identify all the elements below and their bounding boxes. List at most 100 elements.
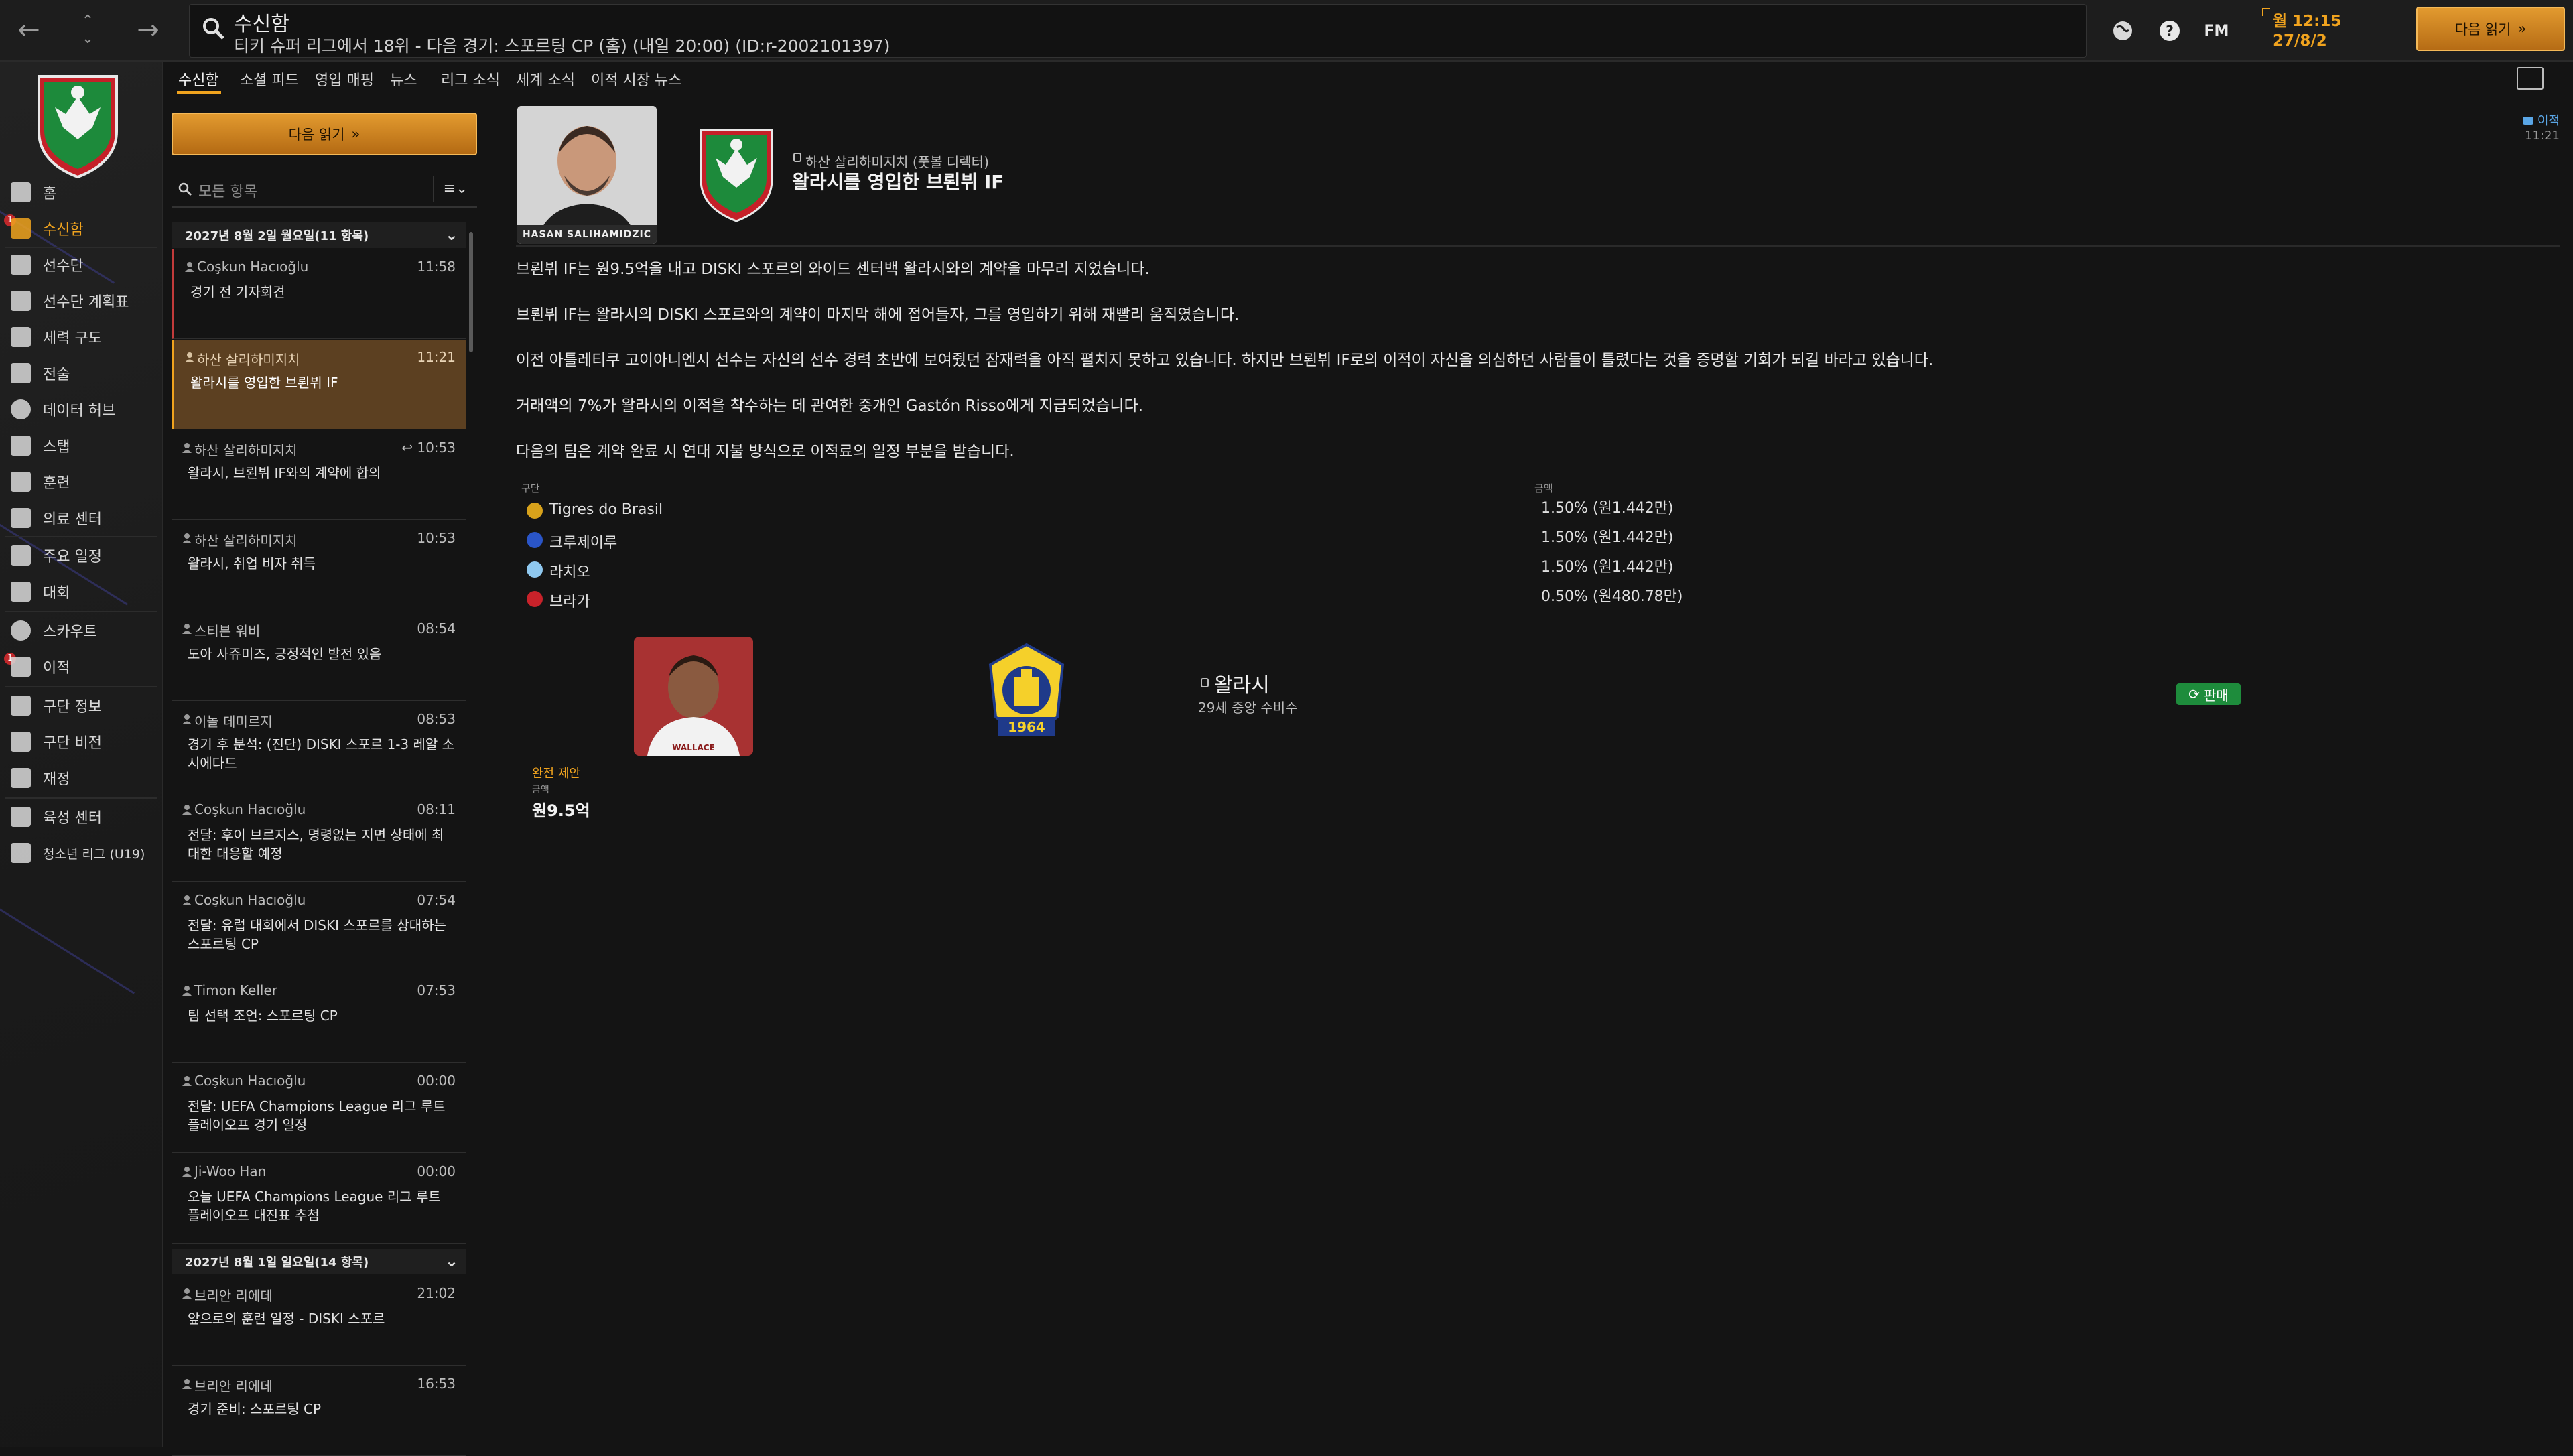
- sidebar-item-schedule[interactable]: 주요 일정: [0, 540, 161, 571]
- person-icon: [182, 624, 192, 634]
- paragraph: 브뢴뷔 IF는 왈라시의 DISKI 스포르와의 계약이 마지막 해에 접어들자…: [516, 306, 1240, 324]
- table-row[interactable]: 라치오 1.50% (원1.442만): [521, 555, 1701, 584]
- message-time: 11:21: [2525, 129, 2560, 143]
- inbox-icon: [11, 218, 31, 239]
- table-row[interactable]: 크루제이루 1.50% (원1.442만): [521, 525, 1701, 555]
- inbox-message[interactable]: Coşkun Hacıoğlu 11:58 경기 전 기자회견: [172, 249, 466, 339]
- sidebar-item-club-info[interactable]: 구단 정보: [0, 690, 161, 721]
- tab-world-news[interactable]: 세계 소식: [516, 68, 575, 90]
- table-row[interactable]: 브라가 0.50% (원480.78만): [521, 584, 1701, 614]
- page-subtitle: 티키 슈퍼 리그에서 18위 - 다음 경기: 스포르팅 CP (홈) (내일 …: [234, 36, 890, 56]
- tab-recruitment[interactable]: 영입 매핑: [315, 68, 374, 90]
- staff-icon: [11, 436, 31, 456]
- layout-toggle-icon[interactable]: [2517, 67, 2544, 90]
- nav-divider: [5, 611, 157, 612]
- player-photo[interactable]: WALLACE: [634, 637, 753, 756]
- sidebar-item-squad-planner[interactable]: 선수단 계획표: [0, 285, 161, 316]
- inbox-message[interactable]: Coşkun Hacıoğlu 00:00 전달: UEFA Champions…: [172, 1063, 466, 1153]
- player-name[interactable]: 왈라시: [1214, 669, 1270, 698]
- paragraph: 다음의 팀은 계약 완료 시 연대 지불 방식으로 이적료의 일정 부분을 받습…: [516, 443, 1014, 460]
- date-display[interactable]: 월 12:15 27/8/2: [2262, 8, 2396, 52]
- inbox-message[interactable]: Timon Keller 07:53 팀 선택 조언: 스포르팅 CP: [172, 973, 466, 1063]
- deal-amount-label: 금액: [532, 785, 549, 795]
- person-icon: [182, 1076, 192, 1086]
- player-portrait: WALLACE: [634, 637, 753, 756]
- chevron-down-icon[interactable]: ⌄: [445, 225, 458, 244]
- message-detail: HASAN SALIHAMIDZIC 하산 살리하미지치 (풋볼 디렉터) 왈라…: [516, 101, 2566, 1374]
- finances-icon: [11, 768, 31, 788]
- current-date: 27/8/2: [2273, 32, 2327, 50]
- sidebar-item-staff[interactable]: 스탭: [0, 430, 161, 461]
- inbox-message[interactable]: Coşkun Hacıoğlu 07:54 전달: 유럽 대회에서 DISKI …: [172, 882, 466, 972]
- category-tag[interactable]: 이적: [2522, 111, 2560, 129]
- fm-menu-button[interactable]: FM: [2202, 16, 2231, 46]
- sidebar-item-tactics[interactable]: 전술: [0, 358, 161, 389]
- inbox-message[interactable]: Coşkun Hacıoğlu 08:11 전달: 후이 브르지스, 명령없는 …: [172, 792, 466, 882]
- sidebar-item-training[interactable]: 훈련: [0, 466, 161, 497]
- tab-social-feed[interactable]: 소셜 피드: [240, 68, 299, 90]
- brondby-crest-logo[interactable]: 1964: [985, 642, 1068, 749]
- inbox-message[interactable]: 이놀 데미르지 08:53 경기 후 분석: (진단) DISKI 스포르 1-…: [172, 702, 466, 791]
- sidebar-item-club-vision[interactable]: 구단 비전: [0, 726, 161, 757]
- vision-icon: [11, 732, 31, 752]
- crest-year: 1964: [1008, 719, 1045, 735]
- sidebar-item-medical[interactable]: 의료 센터: [0, 503, 161, 533]
- chevron-up-icon[interactable]: ⌃: [82, 13, 94, 30]
- author-portrait: [517, 106, 657, 244]
- current-time: 월 12:15: [2273, 13, 2342, 30]
- sidebar-item-development[interactable]: 육성 센터: [0, 801, 161, 832]
- club-crest-logo[interactable]: [698, 125, 775, 224]
- sidebar-item-transfers[interactable]: 1 이적: [0, 651, 161, 682]
- shield-icon: [11, 696, 31, 716]
- sidebar-item-u19[interactable]: 청소년 리그 (U19): [0, 838, 161, 868]
- sidebar-item-home[interactable]: 홈: [0, 177, 161, 208]
- inbox-message[interactable]: 하산 살리하미지치 10:53 왈라시, 취업 비자 취득: [172, 521, 466, 610]
- column-header-club: 구단: [521, 482, 540, 494]
- date-group-header[interactable]: 2027년 8월 1일 일요일(14 항목) ⌄: [172, 1249, 466, 1274]
- list-scrollbar[interactable]: [469, 232, 473, 352]
- deal-amount: 원9.5억: [532, 801, 590, 820]
- back-button[interactable]: ←: [5, 7, 52, 54]
- forward-button[interactable]: →: [125, 7, 172, 54]
- paragraph: 브뢴뷔 IF는 원9.5억을 내고 DISKI 스포르의 와이드 센터백 왈라시…: [516, 261, 1150, 278]
- sidebar-item-squad[interactable]: 선수단: [0, 249, 161, 280]
- sidebar-item-dynamics[interactable]: 세력 구도: [0, 322, 161, 352]
- search-bar[interactable]: 수신함 티키 슈퍼 리그에서 18위 - 다음 경기: 스포르팅 CP (홈) …: [189, 4, 2087, 58]
- nav-divider: [5, 797, 157, 799]
- filter-input[interactable]: 모든 항목: [198, 180, 257, 201]
- sidebar-item-scouting[interactable]: 스카우트: [0, 615, 161, 646]
- deal-type: 완전 제안: [532, 767, 580, 781]
- chevron-down-icon[interactable]: ⌄: [82, 30, 94, 48]
- tab-league-news[interactable]: 리그 소식: [441, 68, 500, 90]
- inbox-message-selected[interactable]: 하산 살리하미지치 11:21 왈라시를 영입한 브뢴뷔 IF: [172, 340, 466, 429]
- inbox-message[interactable]: Ji-Woo Han 00:00 오늘 UEFA Champions Leagu…: [172, 1154, 466, 1244]
- history-arrows[interactable]: ⌃ ⌄: [64, 7, 111, 54]
- continue-button[interactable]: 다음 읽기 »: [2416, 7, 2565, 51]
- message-title: 왈라시를 영입한 브뢴뷔 IF: [792, 171, 1004, 193]
- read-next-button[interactable]: 다음 읽기 »: [172, 113, 477, 155]
- tab-news[interactable]: 뉴스: [390, 68, 417, 90]
- sidebar-item-inbox[interactable]: 1 수신함: [0, 213, 161, 244]
- tab-transfer-news[interactable]: 이적 시장 뉴스: [591, 68, 681, 90]
- inbox-message[interactable]: 스티븐 워비 08:54 도아 사쥬미즈, 긍정적인 발전 있음: [172, 611, 466, 701]
- world-icon[interactable]: [2108, 16, 2137, 46]
- help-icon[interactable]: ?: [2155, 16, 2184, 46]
- tag-icon: [2522, 117, 2533, 125]
- author-photo[interactable]: HASAN SALIHAMIDZIC: [517, 106, 657, 244]
- inbox-message[interactable]: 브리안 리에데 16:53 경기 준비: 스포르팅 CP: [172, 1366, 466, 1456]
- date-group-header[interactable]: 2027년 8월 2일 월요일(11 항목) ⌄: [172, 222, 466, 248]
- club-crest-logo[interactable]: [35, 70, 121, 180]
- chevron-down-icon[interactable]: ⌄: [445, 1252, 458, 1270]
- sidebar-item-finances[interactable]: 재정: [0, 763, 161, 793]
- inbox-message[interactable]: 브리안 리에데 21:02 앞으로의 훈련 일정 - DISKI 스포르: [172, 1276, 466, 1366]
- sidebar-item-data-hub[interactable]: 데이터 허브: [0, 394, 161, 425]
- medical-icon: [11, 508, 31, 528]
- person-icon: [182, 805, 192, 815]
- tactics-icon: [11, 363, 31, 383]
- sort-menu-button[interactable]: ≡⌄: [433, 176, 477, 202]
- inbox-message[interactable]: 하산 살리하미지치 ↩ 10:53 왈라시, 브뢴뷔 IF와의 계약에 합의: [172, 430, 466, 520]
- sidebar-item-competitions[interactable]: 대회: [0, 576, 161, 607]
- youth-icon: [11, 843, 31, 863]
- tab-inbox[interactable]: 수신함: [178, 68, 219, 90]
- table-row[interactable]: Tigres do Brasil 1.50% (원1.442만): [521, 496, 1701, 525]
